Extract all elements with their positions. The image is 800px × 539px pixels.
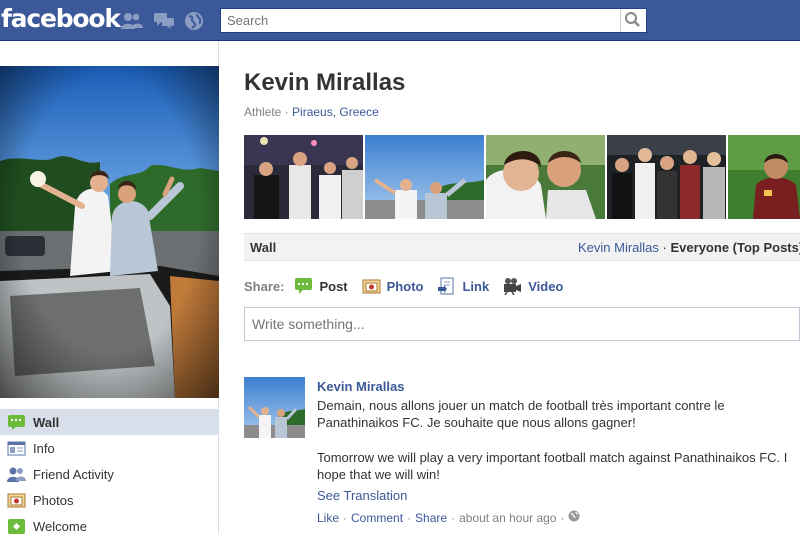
- separator-dot: ·: [284, 105, 289, 119]
- nav-item-label: Info: [33, 440, 55, 456]
- info-icon: [7, 440, 26, 457]
- wall-post: Kevin Mirallas Demain, nous allons jouer…: [317, 378, 800, 527]
- wall-icon: [7, 414, 26, 431]
- facebook-logo[interactable]: facebook: [1, 4, 121, 33]
- nav-item-label: Welcome: [33, 518, 87, 534]
- filter-own-posts-link[interactable]: Kevin Mirallas: [578, 240, 659, 255]
- messages-icon[interactable]: [153, 11, 174, 31]
- category-label: Athlete: [244, 105, 282, 119]
- photo-thumbnail[interactable]: [486, 135, 605, 219]
- photo-thumbnail[interactable]: [607, 135, 726, 219]
- friend-requests-icon[interactable]: [121, 11, 143, 31]
- photo-thumbnail[interactable]: [728, 135, 800, 219]
- separator-dot: ·: [662, 240, 667, 255]
- search-button[interactable]: [620, 9, 646, 32]
- composer-box[interactable]: [244, 307, 800, 341]
- share-item-label: Photo: [386, 278, 424, 294]
- nav-item-friend-activity[interactable]: Friend Activity: [0, 461, 219, 487]
- separator-dot: ·: [407, 511, 412, 525]
- nav-item-photos[interactable]: Photos: [0, 487, 219, 513]
- share-post-button[interactable]: Post: [294, 277, 348, 295]
- video-camera-icon: [503, 277, 522, 296]
- write-something-input[interactable]: [245, 308, 799, 340]
- wall-header: Wall Kevin Mirallas · Everyone (Top Post…: [244, 233, 800, 261]
- post-author-link[interactable]: Kevin Mirallas: [317, 378, 800, 395]
- nav-item-welcome[interactable]: Welcome: [0, 513, 219, 539]
- see-translation-link[interactable]: See Translation: [317, 487, 800, 504]
- search-box[interactable]: [220, 8, 647, 33]
- wall-title: Wall: [250, 240, 277, 255]
- wall-filter: Kevin Mirallas · Everyone (Top Posts): [578, 240, 800, 255]
- public-globe-icon: [568, 510, 580, 527]
- post-text-english: Tomorrow we will play a very important f…: [317, 450, 788, 482]
- left-column: Wall Info Friend Activity Photos Welcome: [0, 41, 219, 534]
- photo-thumbnail[interactable]: [365, 135, 484, 219]
- post-text-french: Demain, nous allons jouer un match de fo…: [317, 398, 725, 430]
- share-item-label: Video: [528, 278, 564, 294]
- status-post-icon: [294, 277, 313, 295]
- page-title: Kevin Mirallas: [244, 69, 406, 96]
- share-link[interactable]: Share: [415, 510, 447, 527]
- photos-icon: [7, 492, 26, 509]
- nav-item-label: Wall: [33, 414, 60, 430]
- share-bar: Share: Post Photo Link Video: [244, 275, 577, 297]
- photo-strip: [244, 135, 800, 220]
- separator-dot: ·: [560, 511, 565, 525]
- share-video-button[interactable]: Video: [503, 277, 564, 296]
- search-input[interactable]: [221, 9, 616, 32]
- nav-item-wall[interactable]: Wall: [0, 409, 219, 435]
- post-timestamp[interactable]: about an hour ago: [459, 510, 556, 527]
- profile-picture[interactable]: [0, 66, 219, 398]
- like-link[interactable]: Like: [317, 510, 339, 527]
- nav-item-label: Photos: [33, 492, 74, 508]
- separator-dot: ·: [343, 511, 348, 525]
- share-link-button[interactable]: Link: [437, 277, 489, 295]
- separator-dot: ·: [451, 511, 456, 525]
- share-photo-button[interactable]: Photo: [362, 277, 424, 295]
- post-actions: Like · Comment · Share · about an hour a…: [317, 510, 800, 527]
- friend-activity-icon: [7, 466, 26, 483]
- photo-thumbnail[interactable]: [244, 135, 363, 219]
- share-item-label: Link: [462, 278, 490, 294]
- location-link[interactable]: Piraeus, Greece: [292, 105, 379, 119]
- nav-item-label: Friend Activity: [33, 466, 114, 482]
- welcome-icon: [7, 518, 26, 535]
- share-label: Share:: [244, 278, 285, 294]
- share-item-label: Post: [319, 278, 348, 294]
- search-icon: [621, 12, 645, 35]
- profile-subline: Athlete · Piraeus, Greece: [244, 105, 379, 119]
- notifications-globe-icon[interactable]: [184, 11, 204, 31]
- filter-everyone-link[interactable]: Everyone (Top Posts): [671, 240, 800, 255]
- photo-icon: [362, 277, 381, 295]
- nav-item-info[interactable]: Info: [0, 435, 219, 461]
- profile-nav: Wall Info Friend Activity Photos Welcome: [0, 409, 219, 539]
- post-author-photo[interactable]: [244, 377, 305, 438]
- comment-link[interactable]: Comment: [351, 510, 403, 527]
- link-icon: [437, 277, 456, 295]
- top-bar: facebook: [0, 0, 800, 41]
